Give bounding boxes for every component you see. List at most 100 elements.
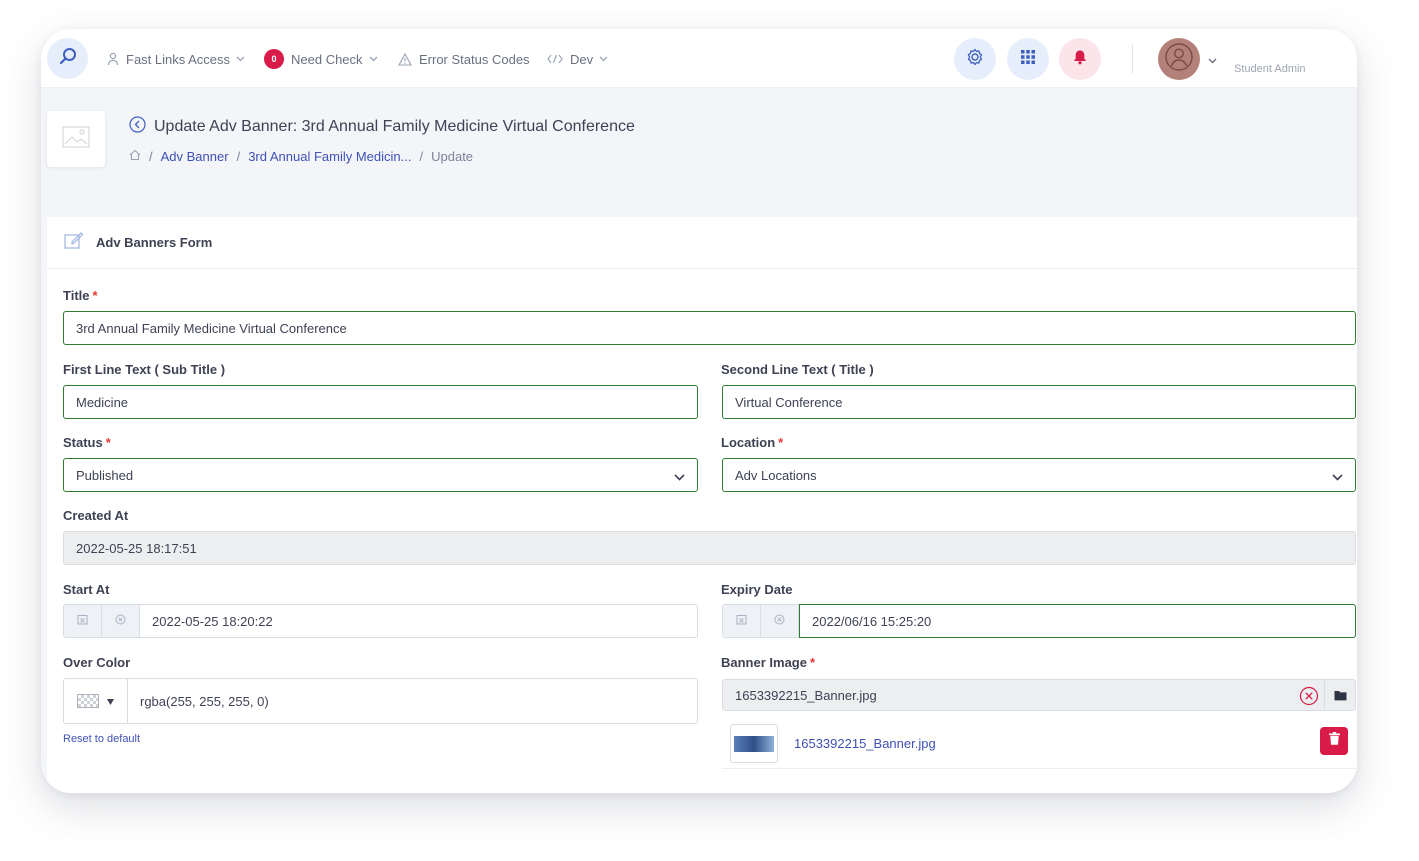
- start-at-value: 2022-05-25 18:20:22: [152, 613, 273, 629]
- status-select[interactable]: Published: [63, 458, 698, 492]
- trash-icon: [1328, 732, 1340, 750]
- page-header: Update Adv Banner: 3rd Annual Family Med…: [41, 88, 1357, 193]
- expiry-date-input[interactable]: 2022/06/16 15:25:20: [799, 604, 1356, 638]
- expiry-date-label: Expiry Date: [721, 582, 793, 597]
- banner-image-label-text: Banner Image: [721, 655, 807, 670]
- chevron-down-icon[interactable]: [1208, 51, 1217, 69]
- edit-icon: [64, 231, 84, 254]
- top-bar: Fast Links Access 0 Need Check Error Sta…: [41, 29, 1357, 88]
- divider: [1324, 680, 1325, 710]
- clear-file-icon[interactable]: [1299, 686, 1319, 709]
- nav-need-check-label: Need Check: [291, 51, 363, 67]
- card-header: Adv Banners Form: [47, 217, 1357, 269]
- app-window: Fast Links Access 0 Need Check Error Sta…: [41, 29, 1357, 793]
- required-mark: *: [92, 288, 98, 303]
- delete-file-button[interactable]: [1320, 727, 1348, 755]
- title-input[interactable]: 3rd Annual Family Medicine Virtual Confe…: [63, 311, 1356, 345]
- nav-dev-label: Dev: [570, 51, 594, 67]
- banner-image-label: Banner Image *: [721, 655, 815, 670]
- over-color-label: Over Color: [63, 655, 131, 670]
- status-label-text: Status: [63, 435, 103, 450]
- over-color-picker: rgba(255, 255, 255, 0): [63, 678, 698, 724]
- clear-date-button[interactable]: [102, 605, 140, 637]
- file-link[interactable]: 1653392215_Banner.jpg: [794, 736, 936, 751]
- created-at-value: 2022-05-25 18:17:51: [76, 540, 197, 556]
- nav-error-status-codes[interactable]: Error Status Codes: [398, 50, 530, 68]
- created-at-label: Created At: [63, 508, 129, 523]
- home-icon[interactable]: [129, 149, 141, 164]
- warning-icon: [398, 52, 412, 66]
- start-at-input[interactable]: 2022-05-25 18:20:22: [140, 605, 697, 637]
- gear-icon: [965, 47, 985, 72]
- calendar-button[interactable]: [723, 605, 761, 637]
- folder-icon[interactable]: [1334, 689, 1347, 704]
- breadcrumb-current: Update: [431, 149, 474, 164]
- status-label: Status *: [63, 435, 111, 450]
- need-check-badge: 0: [264, 49, 284, 69]
- grid-icon: [1021, 49, 1035, 69]
- nav-error-status-codes-label: Error Status Codes: [419, 51, 530, 67]
- page-title: Update Adv Banner: 3rd Annual Family Med…: [154, 118, 635, 135]
- bell-icon: [1073, 49, 1087, 70]
- breadcrumb-separator: /: [236, 149, 241, 164]
- nav-fast-links-label: Fast Links Access: [126, 51, 231, 67]
- required-mark: *: [809, 655, 816, 670]
- nav-need-check[interactable]: 0 Need Check: [264, 49, 378, 69]
- breadcrumb-banner-name[interactable]: 3rd Annual Family Medicin...: [248, 149, 411, 164]
- banner-image-input[interactable]: 1653392215_Banner.jpg: [722, 679, 1356, 711]
- expiry-date-value: 2022/06/16 15:25:20: [812, 613, 932, 629]
- first-line-value: Medicine: [76, 394, 129, 410]
- calendar-button[interactable]: [64, 605, 102, 637]
- search-icon: [58, 46, 78, 71]
- location-value: Adv Locations: [735, 467, 817, 483]
- clear-icon: [115, 612, 126, 630]
- nav-fast-links[interactable]: Fast Links Access: [107, 50, 245, 68]
- start-at-picker: 2022-05-25 18:20:22: [63, 604, 698, 638]
- title-label: Title *: [63, 288, 98, 303]
- person-icon: [107, 52, 119, 66]
- required-mark: *: [105, 435, 111, 450]
- caret-down-icon: [107, 692, 114, 710]
- nav-dev[interactable]: Dev: [547, 50, 608, 68]
- reset-to-default-link[interactable]: Reset to default: [63, 733, 140, 745]
- chevron-down-icon: [369, 56, 378, 62]
- expiry-date-picker: 2022/06/16 15:25:20: [722, 604, 1356, 638]
- settings-button[interactable]: [954, 38, 996, 80]
- transparent-swatch: [77, 694, 99, 708]
- back-icon[interactable]: [129, 116, 146, 138]
- divider: [1132, 44, 1133, 74]
- location-label-text: Location: [721, 435, 776, 450]
- calendar-icon: [736, 612, 747, 630]
- chevron-down-icon: [1332, 469, 1343, 484]
- second-line-label: Second Line Text ( Title ): [721, 362, 874, 377]
- code-icon: [547, 54, 563, 64]
- breadcrumb-adv-banner[interactable]: Adv Banner: [161, 149, 229, 164]
- location-select[interactable]: Adv Locations: [722, 458, 1356, 492]
- first-line-label: First Line Text ( Sub Title ): [63, 362, 226, 377]
- search-button[interactable]: [47, 38, 88, 79]
- chevron-down-icon: [236, 56, 245, 62]
- title-row: Update Adv Banner: 3rd Annual Family Med…: [129, 116, 635, 138]
- location-label: Location *: [721, 435, 783, 450]
- clear-icon: [774, 612, 785, 630]
- over-color-input[interactable]: rgba(255, 255, 255, 0): [128, 679, 697, 723]
- notifications-button[interactable]: [1059, 38, 1101, 80]
- chevron-down-icon: [599, 56, 608, 62]
- card-title: Adv Banners Form: [96, 235, 213, 250]
- color-swatch-button[interactable]: [64, 679, 128, 723]
- user-icon: [1164, 42, 1194, 77]
- first-line-input[interactable]: Medicine: [63, 385, 698, 419]
- uploaded-file-row: 1653392215_Banner.jpg: [722, 724, 1356, 769]
- status-value: Published: [76, 467, 134, 483]
- avatar[interactable]: [1158, 38, 1200, 80]
- second-line-input[interactable]: Virtual Conference: [722, 385, 1356, 419]
- banner-preview-image: [734, 735, 774, 752]
- breadcrumb: / Adv Banner / 3rd Annual Family Medicin…: [129, 149, 473, 164]
- calendar-icon: [77, 612, 88, 630]
- file-thumbnail: [730, 724, 778, 763]
- clear-date-button[interactable]: [761, 605, 799, 637]
- breadcrumb-separator: /: [149, 149, 153, 164]
- user-name: Student Admin: [1234, 63, 1306, 75]
- chevron-down-icon: [674, 469, 685, 484]
- apps-button[interactable]: [1007, 38, 1049, 80]
